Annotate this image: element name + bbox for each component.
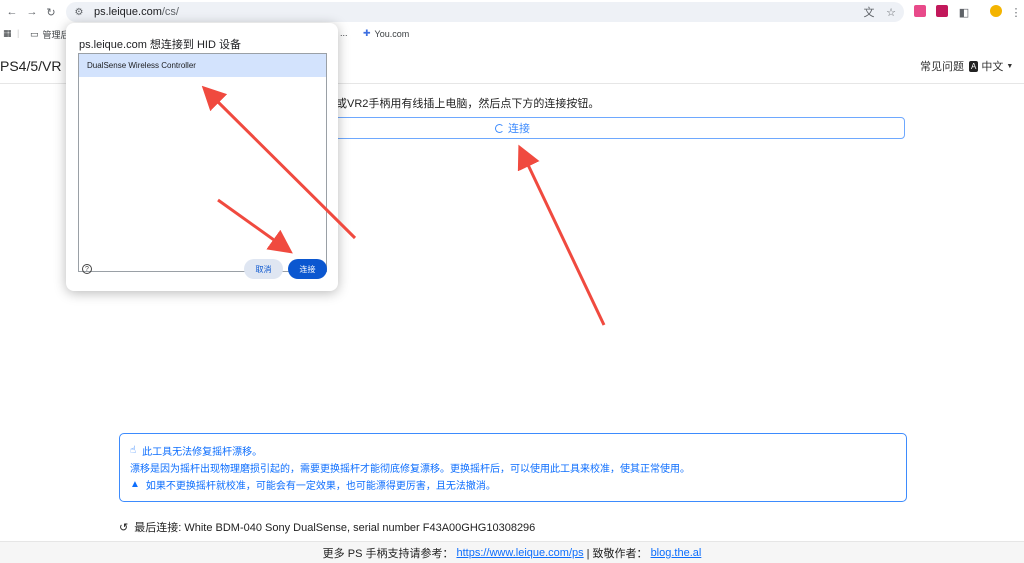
extensions-puzzle-icon[interactable]: ◧	[957, 5, 971, 19]
you-logo-icon: ✚	[363, 28, 371, 38]
browser-toolbar: ← → ↻ ⚙ ps.leique.com/cs/ 文 ☆ ◧ ⋮	[0, 0, 1024, 24]
translate-badge-icon: A	[969, 60, 979, 72]
connect-button-label: 连接	[508, 123, 530, 135]
last-connection: ↺ 最后连接: White BDM-040 Sony DualSense, se…	[119, 519, 535, 535]
warning-triangle-icon: ▲	[130, 479, 140, 490]
page-footer: 更多 PS 手柄支持请参考： https://www.leique.com/ps…	[0, 541, 1024, 563]
dialog-connect-button[interactable]: 连接	[288, 259, 327, 279]
footer-link-blog[interactable]: blog.the.al	[651, 547, 702, 559]
arrow-to-page-connect	[517, 144, 606, 326]
alert-text: 此工具无法修复摇杆漂移。	[142, 447, 263, 458]
site-info-icon[interactable]: ⚙	[72, 5, 86, 19]
translate-icon[interactable]: 文	[862, 5, 876, 19]
bookmark-you[interactable]: ✚ You.com	[363, 28, 409, 39]
footer-text: | 致敬作者：	[586, 547, 648, 560]
bookmark-label: You.com	[374, 28, 410, 39]
hand-pointing-icon: ☝	[130, 445, 137, 456]
bookmark-label: ...	[340, 28, 348, 38]
alert-line: ☝ 此工具无法修复摇杆漂移。	[130, 442, 896, 459]
alert-text: 如果不更换摇杆就校准，可能会有一定效果，也可能漂得更厉害，且无法撤消。	[145, 481, 496, 492]
alert-line: ▲ 如果不更换摇杆就校准，可能会有一定效果，也可能漂得更厉害，且无法撤消。	[130, 476, 896, 493]
language-dropdown[interactable]: A 中文 ▼	[969, 58, 1013, 74]
language-label: 中文	[981, 61, 1004, 73]
bookmark-folder[interactable]: ▭ 管理后	[30, 28, 70, 41]
dialog-title: ps.leique.com 想连接到 HID 设备	[79, 39, 241, 51]
bookmarks-divider: |	[17, 28, 20, 38]
footer-link-leique[interactable]: https://www.leique.com/ps	[456, 547, 583, 559]
last-connection-text: 最后连接: White BDM-040 Sony DualSense, seri…	[134, 522, 536, 534]
spinner-icon	[495, 123, 504, 133]
device-list[interactable]: DualSense Wireless Controller	[78, 53, 327, 272]
instruction-text: 或VR2手柄用有线插上电脑，然后点下方的连接按钮。	[336, 98, 600, 110]
extension-icon[interactable]	[914, 5, 926, 17]
back-icon[interactable]: ←	[4, 4, 20, 20]
hid-device-chooser-dialog: ps.leique.com 想连接到 HID 设备 DualSense Wire…	[66, 23, 338, 291]
device-item[interactable]: DualSense Wireless Controller	[79, 54, 326, 77]
profile-avatar-icon[interactable]	[990, 5, 1002, 17]
drift-warning-alert: ☝ 此工具无法修复摇杆漂移。 漂移是因为摇杆出现物理磨损引起的，需要更换摇杆才能…	[119, 433, 907, 502]
history-icon: ↺	[119, 521, 129, 534]
alert-text: 漂移是因为摇杆出现物理磨损引起的，需要更换摇杆才能彻底修复漂移。更换摇杆后，可以…	[130, 464, 690, 475]
bookmark-truncated[interactable]: ...	[340, 28, 348, 38]
faq-link[interactable]: 常见问题	[920, 58, 964, 74]
footer-text: 更多 PS 手柄支持请参考：	[322, 547, 454, 560]
menu-kebab-icon[interactable]: ⋮	[1009, 5, 1023, 19]
url-text: ps.leique.com/cs/	[94, 6, 179, 18]
cancel-button[interactable]: 取消	[244, 259, 283, 279]
download-extension-icon[interactable]	[936, 5, 948, 17]
caret-down-icon: ▼	[1006, 62, 1014, 70]
apps-grid-icon[interactable]: ▦	[3, 28, 12, 39]
reload-icon[interactable]: ↻	[43, 4, 59, 20]
address-bar[interactable]: ⚙ ps.leique.com/cs/ 文 ☆	[66, 2, 904, 22]
alert-line: 漂移是因为摇杆出现物理磨损引起的，需要更换摇杆才能彻底修复漂移。更换摇杆后，可以…	[130, 459, 896, 476]
help-icon[interactable]: ?	[82, 264, 92, 274]
bookmark-star-icon[interactable]: ☆	[884, 5, 898, 19]
folder-icon: ▭	[30, 29, 39, 39]
forward-icon[interactable]: →	[24, 4, 40, 20]
